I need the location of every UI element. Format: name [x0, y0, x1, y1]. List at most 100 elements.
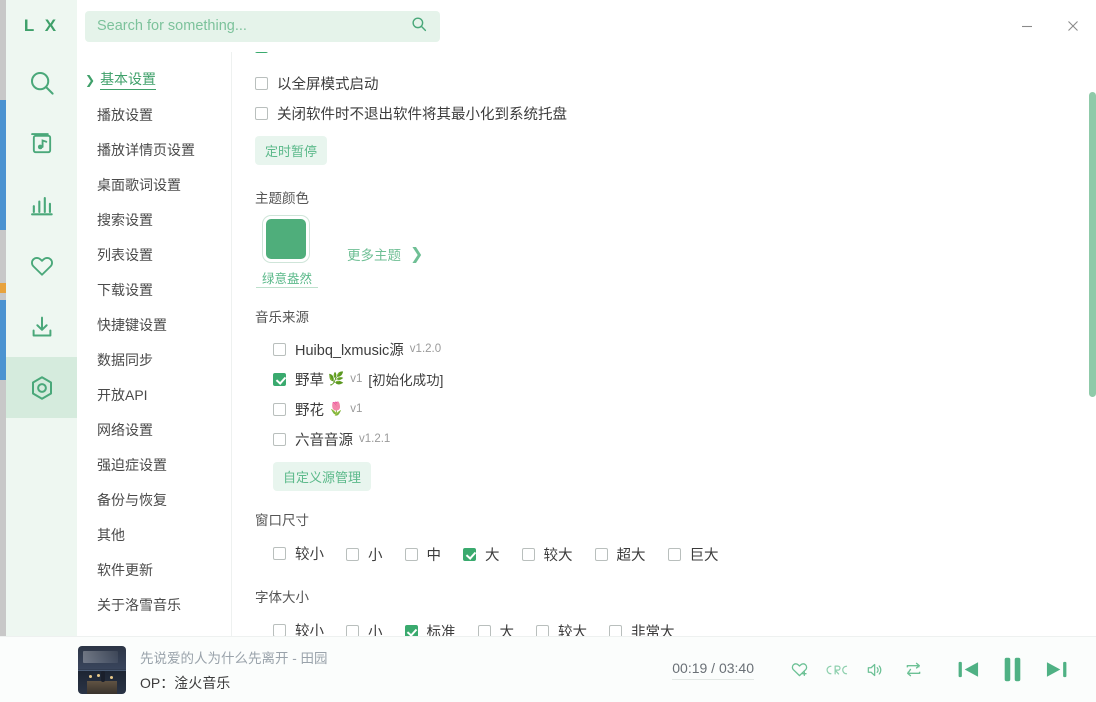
- sidebar-item-hotkeys[interactable]: 快捷键设置: [77, 307, 231, 342]
- previous-button[interactable]: [946, 651, 990, 689]
- rail-item-leaderboard[interactable]: [6, 174, 77, 235]
- sidebar-item-basic-settings[interactable]: ❯ 基本设置: [77, 62, 231, 97]
- source-item[interactable]: 六音音源 v1.2.1: [273, 425, 1074, 453]
- checkbox[interactable]: [346, 547, 359, 561]
- sidebar-item-playback[interactable]: 播放设置: [77, 97, 231, 132]
- font-size-option[interactable]: 大: [477, 617, 514, 636]
- content-scrollbar[interactable]: [1089, 52, 1096, 636]
- window-controls: [1004, 0, 1096, 52]
- sidebar-item-update[interactable]: 软件更新: [77, 552, 231, 587]
- theme-color-swatch[interactable]: [263, 216, 309, 262]
- close-button[interactable]: [1050, 0, 1096, 52]
- checkbox[interactable]: [477, 624, 491, 636]
- sidebar-item-list-settings[interactable]: 列表设置: [77, 237, 231, 272]
- sidebar-item-backup-restore[interactable]: 备份与恢复: [77, 482, 231, 517]
- more-themes-link[interactable]: 更多主题 ❯: [347, 244, 423, 264]
- font-size-option[interactable]: 较大: [536, 617, 587, 636]
- repeat-button[interactable]: [894, 651, 932, 689]
- settings-nav: ❯ 基本设置 播放设置 播放详情页设置 桌面歌词设置 搜索设置 列表设置 下载设…: [77, 52, 232, 636]
- source-label: Huibq_lxmusic源: [295, 342, 404, 359]
- checkbox[interactable]: [536, 624, 549, 636]
- window-size-option[interactable]: 超大: [594, 540, 646, 568]
- source-label: 野花: [295, 402, 324, 419]
- option-minimize-to-tray[interactable]: 关闭软件时不退出软件将其最小化到系统托盘: [255, 99, 1074, 127]
- source-item[interactable]: 野花 🌷 v1: [273, 395, 1074, 423]
- sidebar-item-label: 快捷键设置: [97, 316, 167, 333]
- checkbox-checked[interactable]: [255, 52, 268, 53]
- source-item[interactable]: Huibq_lxmusic源 v1.2.0: [273, 335, 1074, 363]
- rail-item-search[interactable]: [6, 52, 77, 113]
- source-version: v1: [350, 403, 363, 415]
- sidebar-item-label: 列表设置: [97, 246, 153, 263]
- rail-item-song-list[interactable]: [6, 113, 77, 174]
- checkbox[interactable]: [255, 106, 268, 120]
- window-size-option[interactable]: 小: [346, 540, 383, 568]
- time-display: 00:19 / 03:40: [672, 660, 754, 680]
- sidebar-item-label: 下载设置: [97, 281, 153, 298]
- checkbox[interactable]: [273, 546, 286, 560]
- rail-item-settings[interactable]: [6, 357, 77, 418]
- rail-item-favorites[interactable]: [6, 235, 77, 296]
- checkbox[interactable]: [609, 624, 622, 636]
- window-size-option[interactable]: 大: [463, 540, 500, 568]
- option-fullscreen-startup[interactable]: 以全屏模式启动: [255, 69, 1074, 97]
- checkbox[interactable]: [273, 402, 286, 416]
- search-input[interactable]: Search for something...: [85, 10, 440, 42]
- window-size-section-title: 窗口尺寸: [255, 513, 309, 528]
- checkbox[interactable]: [667, 547, 681, 561]
- favorite-button[interactable]: [780, 651, 818, 689]
- timer-pause-button[interactable]: 定时暂停: [255, 136, 328, 165]
- window-size-option[interactable]: 中: [404, 540, 442, 568]
- sidebar-item-about[interactable]: 关于洛雪音乐: [77, 587, 231, 622]
- music-source-section-title: 音乐来源: [255, 310, 309, 325]
- checkbox[interactable]: [404, 547, 418, 561]
- minimize-button[interactable]: [1004, 0, 1050, 52]
- pause-button[interactable]: [990, 651, 1034, 689]
- source-status: [初始化成功]: [368, 373, 444, 388]
- sidebar-item-other[interactable]: 其他: [77, 517, 231, 552]
- option-label: 以全屏模式启动: [277, 76, 379, 93]
- window-size-options: 较小 小 中 大 较大 超大 巨大: [255, 538, 1074, 568]
- checkbox[interactable]: [273, 623, 286, 636]
- checkbox[interactable]: [255, 76, 268, 90]
- checkbox[interactable]: [404, 624, 418, 636]
- font-size-option[interactable]: 小: [346, 617, 383, 636]
- top-bar: Search for something...: [77, 0, 1096, 52]
- scrollbar-thumb[interactable]: [1089, 92, 1096, 397]
- sidebar-item-open-api[interactable]: 开放API: [77, 377, 231, 412]
- font-size-option[interactable]: 非常大: [609, 617, 675, 636]
- lyrics-button[interactable]: [818, 651, 856, 689]
- source-version: v1.2.0: [409, 343, 442, 355]
- sidebar-item-download-settings[interactable]: 下载设置: [77, 272, 231, 307]
- sidebar-item-playback-detail[interactable]: 播放详情页设置: [77, 132, 231, 167]
- rail-item-download[interactable]: [6, 296, 77, 357]
- checkbox[interactable]: [521, 547, 535, 561]
- album-art[interactable]: [78, 645, 126, 694]
- checkbox[interactable]: [463, 547, 476, 561]
- window-size-option[interactable]: 较大: [521, 540, 573, 568]
- option-label: 中: [426, 547, 442, 564]
- player-controls: 00:19 / 03:40: [672, 651, 1096, 689]
- checkbox[interactable]: [273, 372, 286, 386]
- font-size-option[interactable]: 较小: [273, 616, 324, 636]
- checkbox[interactable]: [346, 624, 359, 636]
- window-size-option[interactable]: 较小: [273, 539, 324, 567]
- window-size-option[interactable]: 巨大: [667, 540, 719, 568]
- checkbox[interactable]: [273, 342, 286, 356]
- search-icon[interactable]: [410, 15, 428, 38]
- heart-icon: [28, 252, 56, 280]
- source-item[interactable]: 野草 🌿 v1 [初始化成功]: [273, 365, 1074, 393]
- sidebar-item-data-sync[interactable]: 数据同步: [77, 342, 231, 377]
- custom-source-manage-button[interactable]: 自定义源管理: [273, 462, 372, 491]
- checkbox[interactable]: [273, 432, 286, 446]
- theme-swatch-green[interactable]: 绿意盎然: [255, 216, 323, 288]
- clipped-option-row[interactable]: [255, 52, 1074, 56]
- sidebar-item-desktop-lyrics[interactable]: 桌面歌词设置: [77, 167, 231, 202]
- sidebar-item-network[interactable]: 网络设置: [77, 412, 231, 447]
- font-size-option[interactable]: 标准: [404, 617, 456, 636]
- sidebar-item-search-settings[interactable]: 搜索设置: [77, 202, 231, 237]
- volume-button[interactable]: [856, 651, 894, 689]
- sidebar-item-ocd[interactable]: 强迫症设置: [77, 447, 231, 482]
- next-button[interactable]: [1034, 651, 1078, 689]
- checkbox[interactable]: [594, 547, 608, 561]
